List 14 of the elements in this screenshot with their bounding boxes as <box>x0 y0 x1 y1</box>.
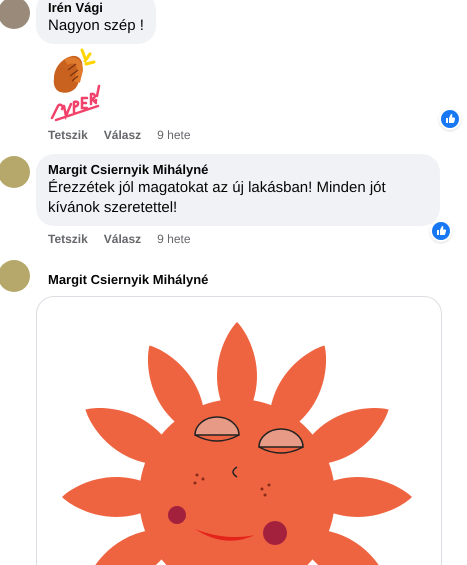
comment-time[interactable]: 9 hete <box>157 126 191 144</box>
comment-time[interactable]: 9 hete <box>157 230 191 248</box>
author-name[interactable]: Margit Csiernyik Mihályné <box>48 272 442 288</box>
author-name[interactable]: Margit Csiernyik Mihályné <box>48 162 428 178</box>
avatar[interactable] <box>0 260 30 292</box>
comment-action-link[interactable]: Válasz <box>104 230 142 248</box>
comment-action-link[interactable]: Válasz <box>104 126 142 144</box>
comment-action-link[interactable]: Tetszik <box>48 126 88 144</box>
comment-action-link[interactable]: Tetszik <box>48 230 88 248</box>
comment-text: Érezzétek jól magatokat az új lakásban! Minden jót kívánok szeretettel! <box>48 178 387 218</box>
comment-text: Nagyon szép ! <box>48 16 144 36</box>
author-name[interactable]: Irén Vági <box>48 0 144 16</box>
avatar[interactable] <box>0 0 30 29</box>
avatar[interactable] <box>0 156 30 188</box>
